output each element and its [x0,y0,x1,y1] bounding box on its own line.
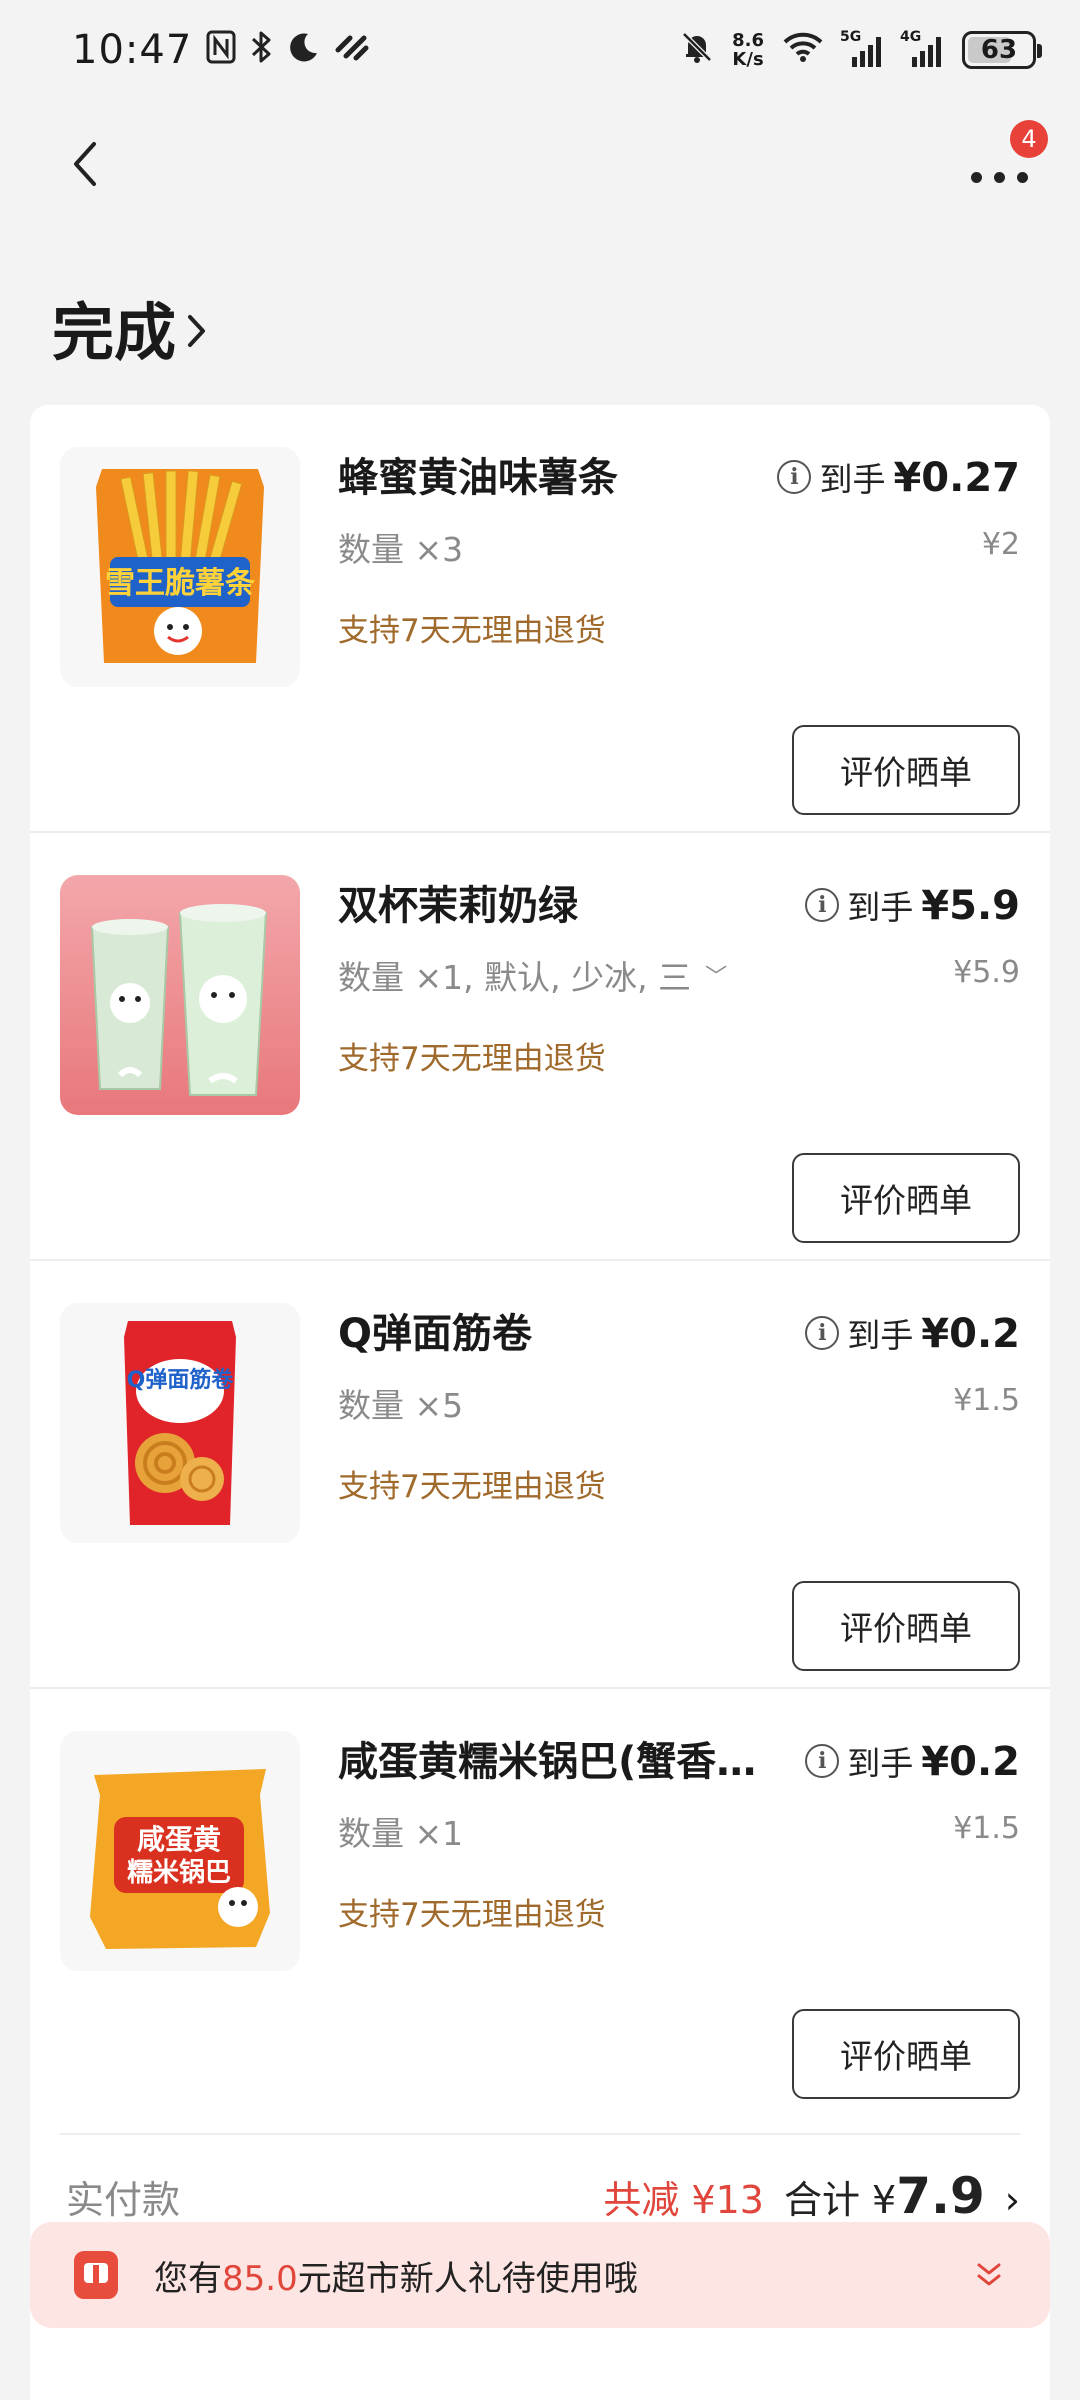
network-speed-value: 8.6 [732,30,764,51]
gift-banner-text: 您有85.0元超市新人礼待使用哦 [154,2251,974,2300]
nfc-icon [206,30,236,70]
review-button[interactable]: 评价晒单 [792,725,1020,815]
order-status-link[interactable]: 完成 [52,282,208,372]
gift-banner-amount: 85.0 [222,2258,298,2299]
order-items-card: 雪王脆薯条 蜂蜜黄油味薯条 数量 ×3 支持7天无理由退货 i 到手 ¥0.27… [30,405,1050,2400]
double-chevron-down-icon[interactable] [974,2260,1004,2290]
chevron-down-icon[interactable]: ﹀ [705,959,727,991]
product-name[interactable]: 咸蛋黄糯米锅巴(蟹香… [338,1729,778,1787]
total-amount: 合计 ¥7.9 [784,2167,985,2225]
info-icon[interactable]: i [805,1744,840,1778]
signal-4g-label: 4G [900,29,922,45]
thumbnail-label-1: 咸蛋黄 [137,1823,221,1856]
notification-badge: 4 [1010,120,1048,158]
product-quantity-text: 数量 ×1 [338,1814,464,1853]
network-speed-unit: K/s [732,49,764,70]
info-icon[interactable]: i [805,1316,840,1350]
new-user-gift-banner[interactable]: 您有85.0元超市新人礼待使用哦 [30,2222,1050,2328]
return-policy: 支持7天无理由退货 [338,1041,606,1077]
mute-bell-icon [680,30,714,70]
product-thumbnail-fries[interactable]: 雪王脆薯条 [60,447,300,687]
order-item[interactable]: 双杯茉莉奶绿 数量 ×1, 默认, 少冰, 三 ﹀ 支持7天无理由退货 i 到手 … [30,833,1050,1261]
original-price: ¥5.9 [953,955,1020,990]
info-icon[interactable]: i [777,460,812,494]
product-thumbnail-gluten-roll[interactable]: Q弹面筋卷 [60,1303,300,1543]
review-button[interactable]: 评价晒单 [792,1581,1020,1671]
final-price-label: 到手 [847,1316,914,1355]
final-price: i 到手 ¥0.2 [805,1737,1020,1785]
product-quantity[interactable]: 数量 ×1, 默认, 少冰, 三 ﹀ [338,951,727,999]
gift-banner-prefix: 您有 [154,2258,222,2299]
gift-icon [74,2251,118,2299]
original-price: ¥1.5 [953,1811,1020,1846]
back-button[interactable] [60,134,110,194]
final-price-label: 到手 [819,460,886,499]
wifi-icon [782,31,824,69]
nav-bar: 4 [0,110,1080,220]
final-price-value: ¥0.2 [921,1311,1020,1357]
order-item[interactable]: 雪王脆薯条 蜂蜜黄油味薯条 数量 ×3 支持7天无理由退货 i 到手 ¥0.27… [30,405,1050,833]
order-item[interactable]: Q弹面筋卷 Q弹面筋卷 数量 ×5 支持7天无理由退货 i 到手 ¥0.2 ¥1… [30,1261,1050,1689]
thumbnail-label: Q弹面筋卷 [127,1367,235,1393]
product-thumbnail-milk-tea[interactable] [60,875,300,1115]
product-quantity-text: 数量 ×5 [338,1386,464,1425]
order-item[interactable]: 咸蛋黄 糯米锅巴 咸蛋黄糯米锅巴(蟹香… 数量 ×1 支持7天无理由退货 i 到… [30,1689,1050,2117]
status-left: 10:47 [72,27,370,73]
product-quantity: 数量 ×5 [338,1379,463,1427]
more-dot-icon [993,171,1005,183]
product-name[interactable]: 蜂蜜黄油味薯条 [338,445,778,503]
total-discount: 共减 ¥13 [603,2178,764,2222]
network-speed: 8.6 K/s [732,31,764,69]
battery-level: 63 [980,35,1018,65]
original-price: ¥2 [981,527,1020,562]
signal-5g-icon: 5G [840,29,884,67]
more-dot-icon [970,171,982,183]
review-button[interactable]: 评价晒单 [792,1153,1020,1243]
battery-icon: 63 [962,31,1042,69]
return-policy: 支持7天无理由退货 [338,1897,606,1933]
final-price-value: ¥0.27 [893,455,1020,501]
thumbnail-label-2: 糯米锅巴 [127,1858,231,1888]
status-bar: 10:47 8.6 K/s 5G 4G 63 [0,0,1080,100]
final-price-value: ¥5.9 [921,883,1020,929]
paid-amount-label: 实付款 [66,2178,181,2222]
order-status-title: 完成 [52,296,177,369]
info-icon[interactable]: i [805,888,840,922]
total-amount-label: 合计 ¥ [783,2178,897,2222]
gift-banner-suffix: 元超市新人礼待使用哦 [297,2258,638,2299]
final-price: i 到手 ¥5.9 [805,881,1020,929]
final-price-value: ¥0.2 [921,1739,1020,1785]
chevron-right-icon [188,315,206,347]
product-thumbnail-rice-crust[interactable]: 咸蛋黄 糯米锅巴 [60,1731,300,1971]
return-policy: 支持7天无理由退货 [338,613,606,649]
payment-summary-detail[interactable]: 共减 ¥13 合计 ¥7.9 › [603,2167,1020,2225]
total-amount-value: 7.9 [896,2167,985,2225]
product-quantity-text: 数量 ×3 [338,530,464,569]
signal-5g-label: 5G [840,29,862,45]
product-quantity: 数量 ×1 [338,1807,463,1855]
return-policy: 支持7天无理由退货 [338,1469,606,1505]
final-price: i 到手 ¥0.2 [805,1309,1020,1357]
moon-icon [288,31,320,69]
review-button[interactable]: 评价晒单 [792,2009,1020,2099]
product-name[interactable]: 双杯茉莉奶绿 [338,873,778,931]
final-price-label: 到手 [847,1744,914,1783]
product-quantity: 数量 ×3 [338,523,463,571]
final-price: i 到手 ¥0.27 [777,453,1020,501]
signal-4g-icon: 4G [900,29,944,67]
status-right: 8.6 K/s 5G 4G 63 [680,29,1042,70]
bluetooth-icon [250,29,274,71]
back-arrow-icon [74,142,96,186]
more-dot-icon [1016,171,1028,183]
product-name[interactable]: Q弹面筋卷 [338,1301,778,1359]
clock: 10:47 [72,27,193,73]
original-price: ¥1.5 [953,1383,1020,1418]
final-price-label: 到手 [847,888,914,927]
thumbnail-label: 雪王脆薯条 [105,566,255,601]
product-quantity-text: 数量 ×1, 默认, 少冰, 三 [338,958,692,997]
chevron-right-icon: › [1004,2178,1020,2222]
link-icon [334,32,370,68]
